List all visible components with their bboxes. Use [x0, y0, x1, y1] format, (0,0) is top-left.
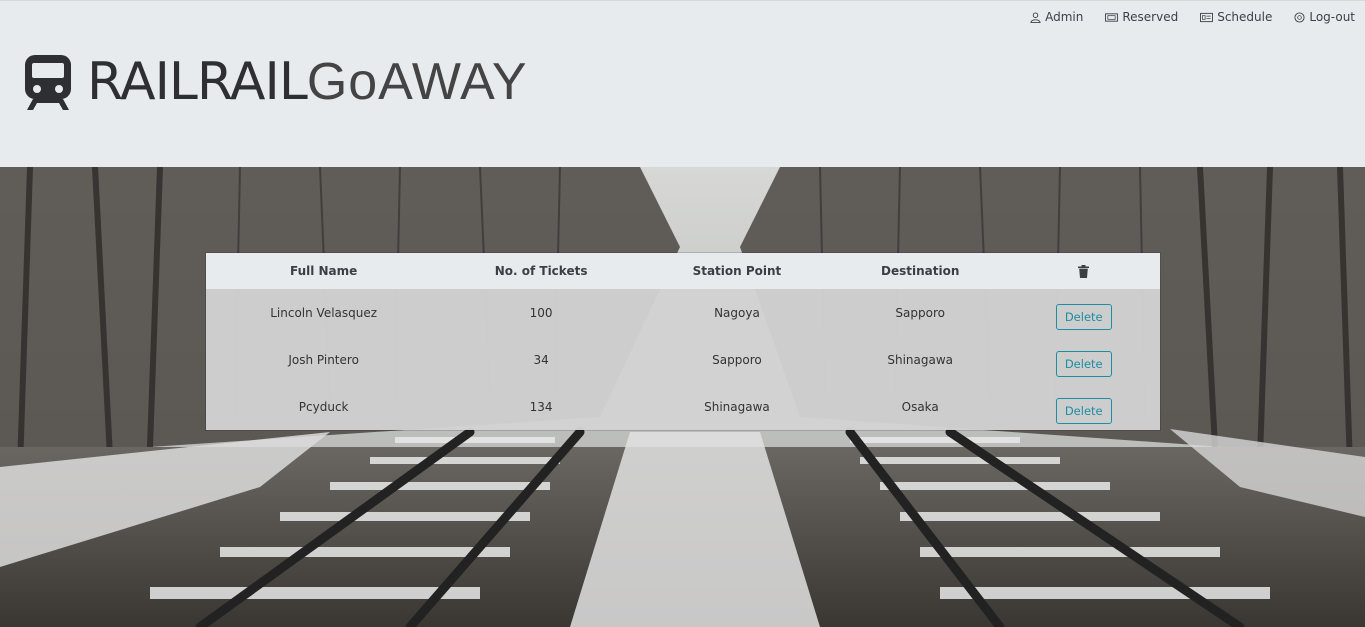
cell-action: Delete	[1007, 383, 1160, 430]
train-icon	[25, 55, 71, 110]
top-nav: Admin Reserved Schedule Log-out	[1030, 10, 1355, 24]
header-tickets: No. of Tickets	[494, 264, 588, 278]
reservations-table-panel: Full Name No. of Tickets Station Point D…	[206, 253, 1160, 430]
cell-full-name: Pcyduck	[298, 399, 349, 414]
schedule-card-icon	[1200, 12, 1214, 22]
cell-station-point: Sapporo	[712, 352, 762, 367]
brand-name: RAILRAILGoAWAY	[87, 56, 528, 108]
delete-button[interactable]: Delete	[1055, 397, 1112, 424]
nav-admin-label: Admin	[1045, 10, 1084, 24]
cell-full-name: Josh Pintero	[288, 352, 359, 367]
delete-button[interactable]: Delete	[1055, 303, 1112, 330]
user-icon	[1030, 11, 1041, 23]
table-row: Pcyduck 134 Shinagawa Osaka Delete	[206, 383, 1160, 430]
cell-tickets: 100	[529, 305, 553, 320]
brand-name-part1: RAILRAIL	[87, 52, 308, 112]
logout-icon	[1294, 11, 1305, 23]
cell-action: Delete	[1007, 289, 1160, 336]
site-header: Admin Reserved Schedule Log-out RAILRAIL…	[0, 0, 1365, 167]
nav-logout-label: Log-out	[1309, 10, 1355, 24]
cell-destination: Osaka	[901, 399, 939, 414]
delete-button[interactable]: Delete	[1055, 350, 1112, 377]
cell-station-point: Shinagawa	[704, 399, 770, 414]
cell-station-point: Nagoya	[714, 305, 760, 320]
nav-admin[interactable]: Admin	[1030, 10, 1083, 24]
cell-destination: Shinagawa	[887, 352, 954, 367]
header-full-name: Full Name	[289, 264, 358, 278]
cell-full-name: Lincoln Velasquez	[270, 305, 378, 320]
header-destination: Destination	[881, 264, 960, 278]
nav-reserved-label: Reserved	[1122, 10, 1179, 24]
brand-logo-block[interactable]: RAILRAILGoAWAY	[23, 53, 528, 111]
cell-destination: Sapporo	[895, 305, 945, 320]
ticket-icon	[1105, 12, 1119, 22]
cell-tickets: 34	[533, 352, 549, 367]
table-header-row: Full Name No. of Tickets Station Point D…	[206, 253, 1160, 289]
reservations-table: Full Name No. of Tickets Station Point D…	[206, 253, 1160, 430]
nav-schedule[interactable]: Schedule	[1200, 10, 1272, 24]
nav-schedule-label: Schedule	[1217, 10, 1273, 24]
header-delete	[1007, 253, 1160, 289]
brand-name-part2: GoAWAY	[306, 53, 528, 111]
cell-action: Delete	[1007, 336, 1160, 383]
table-row: Josh Pintero 34 Sapporo Shinagawa Delete	[206, 336, 1160, 383]
trash-icon	[1078, 265, 1090, 278]
table-row: Lincoln Velasquez 100 Nagoya Sapporo Del…	[206, 289, 1160, 336]
cell-tickets: 134	[529, 399, 553, 414]
nav-logout[interactable]: Log-out	[1294, 10, 1355, 24]
header-station-point: Station Point	[692, 264, 782, 278]
nav-reserved[interactable]: Reserved	[1105, 10, 1178, 24]
